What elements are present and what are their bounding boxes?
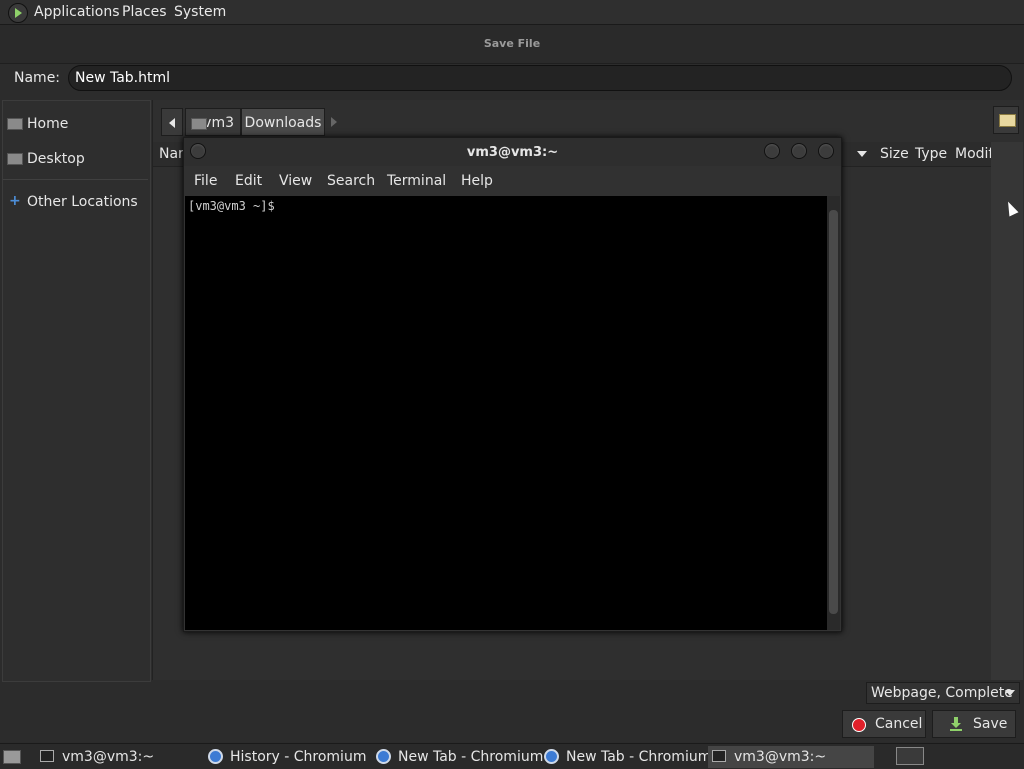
sidebar-item-label: Home bbox=[27, 116, 69, 132]
plus-icon: + bbox=[9, 193, 21, 209]
path-back-button[interactable] bbox=[161, 108, 183, 136]
name-label: Name: bbox=[14, 70, 61, 86]
sidebar-item-home[interactable]: Home bbox=[3, 109, 148, 139]
task-terminal-1[interactable]: vm3@vm3:~ bbox=[36, 746, 196, 768]
path-forward-button[interactable] bbox=[327, 108, 343, 136]
top-panel: Applications Places System bbox=[0, 0, 1024, 25]
menu-file[interactable]: File bbox=[194, 166, 217, 196]
menu-search[interactable]: Search bbox=[327, 166, 375, 196]
dialog-titlebar[interactable]: Save File bbox=[0, 25, 1024, 64]
file-type-select[interactable]: Webpage, Complete bbox=[866, 682, 1020, 704]
applications-logo-icon[interactable] bbox=[8, 3, 28, 23]
chevron-down-icon bbox=[1005, 690, 1015, 696]
chromium-icon bbox=[544, 749, 559, 764]
menu-applications[interactable]: Applications bbox=[34, 0, 120, 24]
task-terminal-2[interactable]: vm3@vm3:~ bbox=[708, 746, 874, 768]
terminal-icon bbox=[40, 750, 54, 762]
menu-edit[interactable]: Edit bbox=[235, 166, 262, 196]
terminal-icon bbox=[712, 750, 726, 762]
terminal-prompt: [vm3@vm3 ~]$ bbox=[188, 199, 275, 213]
save-label: Save bbox=[973, 716, 1008, 732]
menu-help[interactable]: Help bbox=[461, 166, 493, 196]
task-label: History - Chromium bbox=[230, 749, 367, 765]
taskbar: vm3@vm3:~ History - Chromium New Tab - C… bbox=[0, 743, 1024, 769]
menu-system[interactable]: System bbox=[174, 0, 226, 24]
desktop-icon bbox=[3, 750, 21, 764]
task-chromium-history[interactable]: History - Chromium bbox=[204, 746, 367, 768]
column-name[interactable]: Nar bbox=[159, 142, 184, 166]
sidebar-item-label: Other Locations bbox=[27, 194, 138, 210]
close-button[interactable] bbox=[818, 143, 834, 159]
minimize-button[interactable] bbox=[764, 143, 780, 159]
terminal-scrollbar-thumb[interactable] bbox=[829, 210, 838, 614]
chromium-icon bbox=[208, 749, 223, 764]
home-folder-icon bbox=[7, 118, 23, 130]
column-size[interactable]: Size bbox=[880, 142, 909, 166]
places-sidebar: Home Desktop + Other Locations bbox=[2, 100, 151, 682]
sort-descending-icon[interactable] bbox=[857, 151, 867, 157]
dialog-title: Save File bbox=[483, 37, 541, 50]
menu-view[interactable]: View bbox=[279, 166, 312, 196]
maximize-button[interactable] bbox=[791, 143, 807, 159]
terminal-menubar: File Edit View Search Terminal Help bbox=[184, 166, 841, 196]
column-modified[interactable]: Modif bbox=[955, 142, 993, 166]
show-desktop-button[interactable] bbox=[0, 746, 22, 766]
create-folder-button[interactable] bbox=[993, 106, 1019, 134]
sidebar-item-desktop[interactable]: Desktop bbox=[3, 144, 148, 174]
new-folder-icon bbox=[999, 114, 1016, 127]
file-list-scrollbar[interactable] bbox=[991, 142, 1023, 680]
task-label: vm3@vm3:~ bbox=[734, 749, 827, 765]
task-label: vm3@vm3:~ bbox=[62, 749, 155, 765]
task-chromium-newtab-2[interactable]: New Tab - Chromium bbox=[540, 746, 711, 768]
path-segment-label: vm3 bbox=[203, 115, 234, 131]
task-chromium-newtab-1[interactable]: New Tab - Chromium bbox=[372, 746, 543, 768]
cancel-label: Cancel bbox=[875, 716, 923, 732]
sidebar-item-other-locations[interactable]: + Other Locations bbox=[3, 187, 148, 217]
sidebar-divider bbox=[3, 179, 148, 180]
menu-terminal[interactable]: Terminal bbox=[387, 166, 446, 196]
home-folder-icon bbox=[191, 118, 207, 130]
chromium-icon bbox=[376, 749, 391, 764]
terminal-window: vm3@vm3:~ File Edit View Search Terminal… bbox=[183, 137, 842, 632]
terminal-titlebar[interactable]: vm3@vm3:~ bbox=[184, 138, 841, 166]
download-icon bbox=[950, 717, 962, 731]
sidebar-item-label: Desktop bbox=[27, 151, 85, 167]
path-segment-downloads[interactable]: Downloads bbox=[241, 108, 325, 136]
task-label: New Tab - Chromium bbox=[566, 749, 712, 765]
column-type[interactable]: Type bbox=[915, 142, 947, 166]
file-type-value: Webpage, Complete bbox=[871, 685, 1013, 701]
filename-input[interactable]: New Tab.html bbox=[68, 65, 1012, 91]
menu-places[interactable]: Places bbox=[122, 0, 167, 24]
cancel-icon bbox=[852, 718, 866, 732]
cancel-button[interactable]: Cancel bbox=[842, 710, 926, 738]
terminal-title: vm3@vm3:~ bbox=[466, 145, 559, 160]
workspace-switcher[interactable] bbox=[896, 747, 924, 765]
terminal-scrollbar[interactable] bbox=[827, 196, 840, 630]
desktop-folder-icon bbox=[7, 153, 23, 165]
save-button[interactable]: Save bbox=[932, 710, 1016, 738]
terminal-screen[interactable]: [vm3@vm3 ~]$ bbox=[185, 196, 827, 630]
breadcrumb: vm3 Downloads bbox=[161, 108, 337, 136]
task-label: New Tab - Chromium bbox=[398, 749, 544, 765]
path-segment-vm3[interactable]: vm3 bbox=[185, 108, 241, 136]
